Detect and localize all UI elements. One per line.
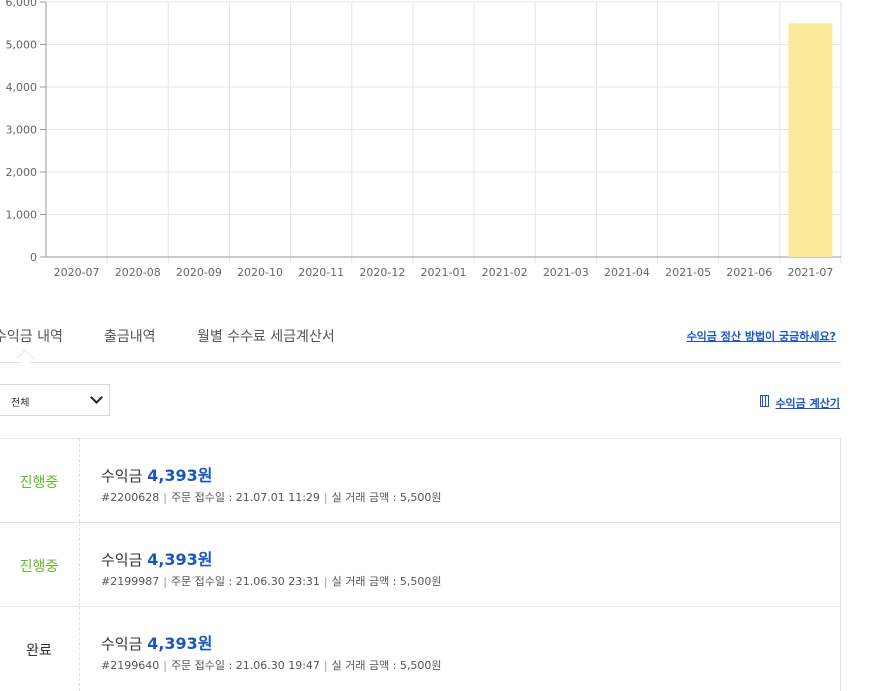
active-tab-indicator bbox=[16, 349, 34, 367]
x-tick-label: 2020-09 bbox=[176, 266, 222, 279]
revenue-amount: 수익금 4,393원 bbox=[101, 546, 213, 570]
status-badge: 완료 bbox=[26, 643, 52, 659]
order-meta: #2200628 | 주문 접수일 : 21.07.01 11:29 | 실 거래 금액… bbox=[101, 491, 442, 504]
chart-canvas: 0 1,000 2,000 3,000 4,000 5,000 6,000 2020-07 20… bbox=[6, 0, 842, 279]
filter-selected-value: 전체 bbox=[11, 398, 30, 409]
revenue-amount: 수익금 4,393원 bbox=[101, 462, 213, 486]
bar bbox=[788, 23, 833, 257]
x-tick-label: 2020-07 bbox=[54, 266, 100, 279]
status-cell: 진행중 bbox=[0, 523, 80, 606]
x-tick-label: 2020-11 bbox=[298, 266, 344, 279]
x-tick-label: 2021-02 bbox=[482, 266, 528, 279]
deal-amount: 실 거래 금액 : 5,500원 bbox=[331, 575, 442, 588]
chevron-down-icon bbox=[90, 391, 103, 404]
deal-amount: 실 거래 금액 : 5,500원 bbox=[331, 659, 442, 672]
y-tick-label: 6,000 bbox=[6, 0, 38, 9]
calculator-link-label: 수익금 계산기 bbox=[775, 397, 840, 410]
y-tick-label: 4,000 bbox=[6, 81, 38, 94]
order-meta: #2199640 | 주문 접수일 : 21.06.30 19:47 | 실 거래 금액… bbox=[101, 659, 442, 672]
deal-amount: 실 거래 금액 : 5,500원 bbox=[331, 491, 442, 504]
settlement-help-link[interactable]: 수익금 정산 방법이 궁금하세요? bbox=[687, 328, 836, 344]
calculator-icon bbox=[760, 395, 770, 407]
x-tick-label: 2021-04 bbox=[604, 266, 650, 279]
amount-label: 수익금 bbox=[101, 635, 143, 653]
y-tick-label: 5,000 bbox=[6, 39, 38, 52]
amount-value: 4,393원 bbox=[147, 634, 213, 653]
x-tick-label: 2020-08 bbox=[115, 266, 161, 279]
list-item: 진행중 수익금 4,393원 #2199987 | 주문 접수일 : 21.06.3… bbox=[0, 523, 841, 607]
tab-monthly-fee-invoice[interactable]: 월별 수수료 세금계산서 bbox=[197, 326, 335, 346]
revenue-records-list: 진행중 수익금 4,393원 #2200628 | 주문 접수일 : 21.07.0… bbox=[0, 438, 841, 691]
y-tick-label: 1,000 bbox=[6, 209, 38, 222]
received-date: 주문 접수일 : 21.06.30 19:47 bbox=[170, 659, 320, 672]
x-tick-label: 2021-03 bbox=[543, 266, 589, 279]
y-tick-label: 3,000 bbox=[6, 124, 38, 137]
tab-revenue-history[interactable]: 수익금 내역 bbox=[0, 326, 63, 346]
status-filter-select[interactable]: 전체 bbox=[0, 384, 110, 416]
amount-value: 4,393원 bbox=[147, 466, 213, 485]
order-number: #2200628 bbox=[101, 491, 160, 504]
order-meta: #2199987 | 주문 접수일 : 21.06.30 23:31 | 실 거래 금액… bbox=[101, 575, 442, 588]
revenue-amount: 수익금 4,393원 bbox=[101, 630, 213, 654]
status-cell: 진행중 bbox=[0, 439, 80, 522]
status-cell: 완료 bbox=[0, 607, 80, 691]
x-tick-label: 2021-01 bbox=[421, 266, 467, 279]
list-item: 진행중 수익금 4,393원 #2200628 | 주문 접수일 : 21.07.0… bbox=[0, 439, 841, 523]
x-tick-label: 2021-07 bbox=[787, 266, 833, 279]
x-tick-label: 2021-05 bbox=[665, 266, 711, 279]
amount-value: 4,393원 bbox=[147, 550, 213, 569]
received-date: 주문 접수일 : 21.06.30 23:31 bbox=[170, 575, 320, 588]
x-tick-label: 2020-10 bbox=[237, 266, 283, 279]
amount-label: 수익금 bbox=[101, 551, 143, 569]
order-number: #2199987 bbox=[101, 575, 160, 588]
list-item: 완료 수익금 4,393원 #2199640 | 주문 접수일 : 21.06.30… bbox=[0, 607, 841, 691]
tab-withdrawal-history[interactable]: 출금내역 bbox=[104, 326, 156, 346]
y-tick-label: 2,000 bbox=[6, 166, 38, 179]
status-badge: 진행중 bbox=[19, 475, 59, 491]
revenue-calculator-link[interactable]: 수익금 계산기 bbox=[760, 395, 840, 411]
revenue-bar-chart: 0 1,000 2,000 3,000 4,000 5,000 6,000 2020-07 20… bbox=[0, 0, 871, 290]
status-badge: 진행중 bbox=[19, 559, 59, 575]
tab-bar: 수익금 내역 출금내역 월별 수수료 세금계산서 수익금 정산 방법이 궁금하세… bbox=[0, 314, 841, 367]
y-tick-label: 0 bbox=[30, 251, 37, 264]
x-tick-label: 2021-06 bbox=[726, 266, 772, 279]
order-number: #2199640 bbox=[101, 659, 160, 672]
amount-label: 수익금 bbox=[101, 467, 143, 485]
x-tick-label: 2020-12 bbox=[359, 266, 405, 279]
received-date: 주문 접수일 : 21.07.01 11:29 bbox=[170, 491, 320, 504]
